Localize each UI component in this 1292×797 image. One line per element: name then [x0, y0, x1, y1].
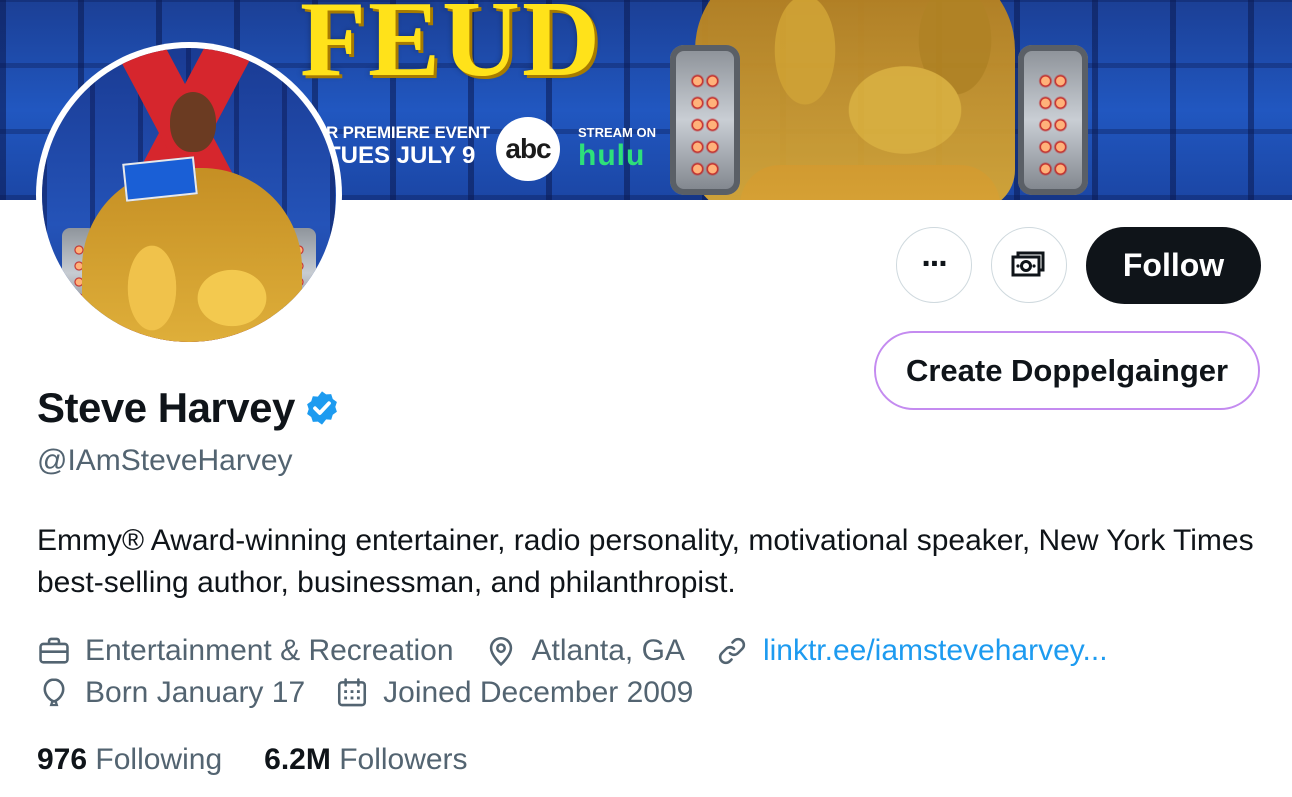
joined-text: Joined December 2009: [383, 676, 694, 709]
followers-link[interactable]: 6.2M Followers: [264, 743, 467, 777]
following-link[interactable]: 976 Following: [37, 743, 222, 777]
profile-meta-row: Entertainment & Recreation Atlanta, GA l…: [37, 634, 1138, 668]
following-count: 976: [37, 743, 88, 776]
create-doppelganger-button[interactable]: Create Doppelgainger: [874, 331, 1260, 410]
followers-count: 6.2M: [264, 743, 331, 776]
verified-badge-icon[interactable]: [303, 389, 341, 427]
banner-event-line2: TUES JULY 9: [326, 142, 476, 169]
profile-name-row: Steve Harvey: [37, 384, 341, 432]
following-label: Following: [95, 743, 223, 776]
profile-category: Entertainment & Recreation: [37, 634, 454, 668]
profile-handle: @IAmSteveHarvey: [37, 444, 293, 477]
abc-logo: abc: [496, 117, 560, 181]
banner-light-pillar-right: [1018, 45, 1088, 195]
briefcase-icon: [39, 637, 69, 664]
more-horizontal-icon: ...: [921, 236, 947, 274]
profile-bio: Emmy® Award-winning entertainer, radio p…: [37, 524, 1254, 599]
location-text: Atlanta, GA: [531, 634, 685, 667]
tip-button[interactable]: [991, 227, 1067, 303]
banner-feud-title: FEUD: [300, 0, 602, 99]
followers-label: Followers: [339, 743, 468, 776]
profile-meta-row-2: Born January 17 Joined December 2009: [37, 676, 723, 710]
more-options-button[interactable]: ...: [896, 227, 972, 303]
banner-host-figure: [695, 0, 1015, 200]
profile-avatar[interactable]: [36, 42, 342, 348]
banner-event-text: R PREMIERE EVENT TUES JULY 9: [326, 124, 490, 170]
birthday-text: Born January 17: [85, 676, 306, 709]
banner-light-pillar-left: [670, 45, 740, 195]
profile-birthday: Born January 17: [37, 676, 305, 710]
banner-stream-text: STREAM ON hulu: [578, 126, 656, 172]
banner-stream-line1: STREAM ON: [578, 125, 656, 140]
calendar-icon: [338, 678, 367, 707]
website-link[interactable]: linktr.ee/iamsteveharvey...: [763, 634, 1108, 668]
profile-name: Steve Harvey: [37, 384, 295, 431]
location-pin-icon: [489, 636, 512, 667]
money-tip-icon: [1011, 251, 1045, 277]
profile-location: Atlanta, GA: [484, 634, 685, 668]
link-icon: [718, 637, 746, 665]
avatar-image: [42, 48, 336, 342]
profile-website[interactable]: linktr.ee/iamsteveharvey...: [715, 634, 1108, 668]
banner-event-line1: R PREMIERE EVENT: [326, 123, 490, 142]
profile-stats: 976 Following 6.2M Followers: [37, 743, 510, 777]
hulu-logo: hulu: [578, 139, 646, 172]
balloon-icon: [43, 678, 65, 707]
profile-joined: Joined December 2009: [335, 676, 693, 710]
category-text: Entertainment & Recreation: [85, 634, 454, 667]
follow-button[interactable]: Follow: [1086, 227, 1261, 304]
